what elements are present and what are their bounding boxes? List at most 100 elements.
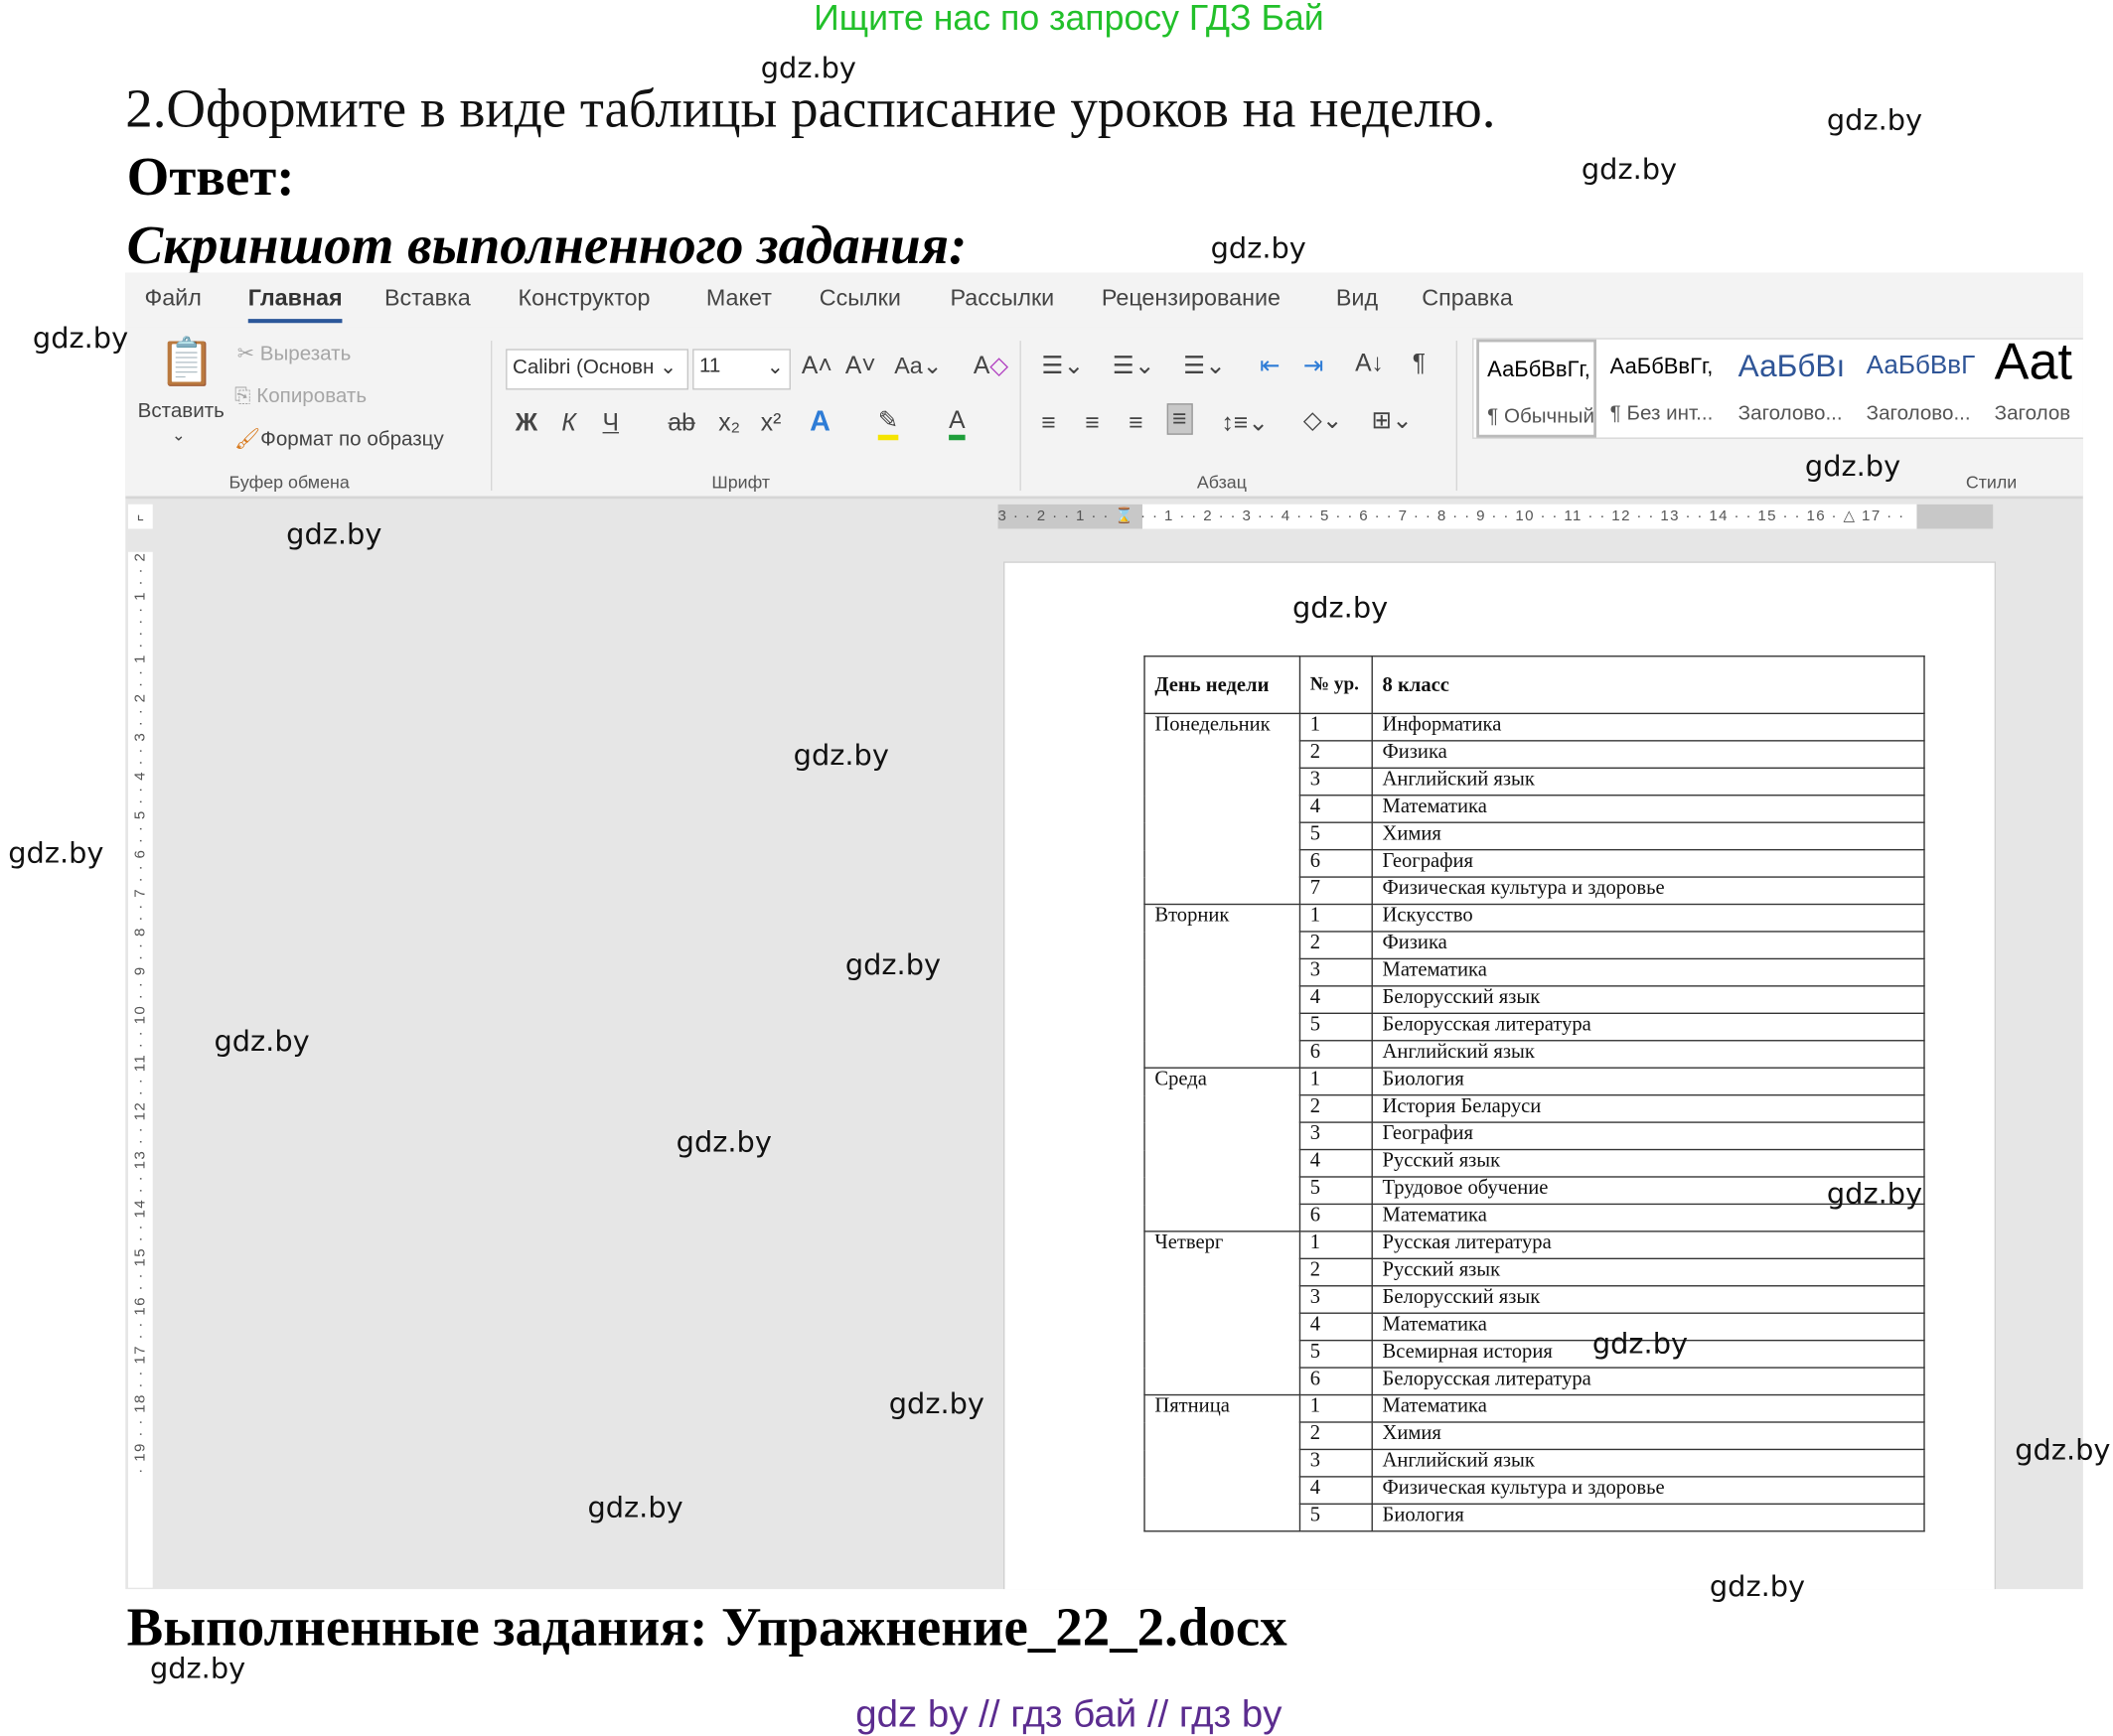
- sort-icon[interactable]: A↓: [1355, 349, 1384, 377]
- style-sample: АаБбВвГг,: [1487, 359, 1590, 383]
- lesson-number-cell: 2: [1299, 1422, 1372, 1449]
- numbering-icon[interactable]: ☰⌄: [1113, 352, 1155, 380]
- tab-home[interactable]: Главная: [248, 285, 343, 312]
- lesson-number-cell: 3: [1299, 768, 1372, 795]
- lesson-number-cell: 2: [1299, 1095, 1372, 1122]
- highlight-icon[interactable]: ✎: [878, 406, 899, 440]
- watermark: gdz.by: [1710, 1570, 1805, 1603]
- increase-indent-icon[interactable]: ⇥: [1303, 352, 1324, 380]
- header-class: 8 класс: [1372, 656, 1924, 714]
- horizontal-ruler[interactable]: 3 · · 2 · · 1 · · ⌛ · · 1 · · 2 · · 3 · …: [998, 505, 1994, 529]
- justify-icon[interactable]: ≡: [1167, 403, 1192, 435]
- subject-cell: География: [1372, 1122, 1924, 1149]
- tab-mailings[interactable]: Рассылки: [950, 285, 1054, 312]
- table-row: Вторник1Искусство: [1144, 905, 1924, 932]
- lesson-number-cell: 1: [1299, 1068, 1372, 1094]
- borders-icon[interactable]: ⊞⌄: [1372, 406, 1413, 435]
- subscript-button[interactable]: x₂: [718, 409, 740, 438]
- tab-design[interactable]: Конструктор: [518, 285, 650, 312]
- subject-cell: Русская литература: [1372, 1231, 1924, 1258]
- styles-gallery: АаБбВвГг,¶ Обычный АаБбВвГг,¶ Без инт...…: [1472, 338, 2083, 439]
- ribbon: 📋 Вставить ⌄ ✂ Вырезать ⎘ Копировать 🖌Фо…: [125, 327, 2083, 499]
- italic-button[interactable]: К: [561, 409, 576, 438]
- format-painter-button[interactable]: 🖌Формат по образцу: [234, 427, 444, 452]
- tab-references[interactable]: Ссылки: [820, 285, 901, 312]
- clear-formatting-icon[interactable]: A◇: [974, 352, 1008, 380]
- style-sample: АаБбВвГ: [1867, 352, 1976, 381]
- lesson-number-cell: 5: [1299, 1013, 1372, 1040]
- superscript-button[interactable]: x²: [761, 409, 782, 438]
- grow-font-icon[interactable]: A˄: [802, 352, 832, 380]
- paste-chevron-icon[interactable]: ⌄: [172, 425, 186, 444]
- lesson-number-cell: 6: [1299, 850, 1372, 877]
- multilevel-list-icon[interactable]: ☰⌄: [1183, 352, 1226, 380]
- tab-insert[interactable]: Вставка: [384, 285, 471, 312]
- subject-cell: Математика: [1372, 958, 1924, 985]
- subject-cell: Физика: [1372, 741, 1924, 768]
- paragraph-group-label: Абзац: [1197, 472, 1247, 493]
- subject-cell: Информатика: [1372, 713, 1924, 740]
- subject-cell: Химия: [1372, 1422, 1924, 1449]
- align-left-icon[interactable]: ≡: [1041, 409, 1055, 438]
- tab-review[interactable]: Рецензирование: [1102, 285, 1281, 312]
- tab-file[interactable]: Файл: [144, 285, 201, 312]
- watermark: gdz.by: [2015, 1434, 2110, 1467]
- font-color-icon[interactable]: A: [949, 406, 965, 440]
- tab-view[interactable]: Вид: [1336, 285, 1378, 312]
- strikethrough-icon[interactable]: ab: [668, 409, 694, 438]
- text-effects-icon[interactable]: A: [810, 406, 830, 439]
- style-heading-1[interactable]: АаБбВıЗаголово...: [1730, 340, 1855, 438]
- shading-icon[interactable]: ◇⌄: [1303, 406, 1343, 435]
- subject-cell: Физическая культура и здоровье: [1372, 1477, 1924, 1504]
- style-heading-2[interactable]: АаБбВвГЗаголово...: [1858, 340, 1983, 438]
- clipboard-paste-icon[interactable]: 📋: [158, 336, 216, 390]
- format-painter-label: Формат по образцу: [260, 428, 444, 451]
- subject-cell: Английский язык: [1372, 768, 1924, 795]
- bold-button[interactable]: Ж: [516, 409, 537, 438]
- table-row: Пятница1Математика: [1144, 1395, 1924, 1422]
- ruler-ticks: 3 · · 2 · · 1 · · ⌛ · · 1 · · 2 · · 3 · …: [998, 508, 1905, 524]
- lesson-number-cell: 3: [1299, 958, 1372, 985]
- answer-label: Ответ:: [127, 144, 295, 208]
- tab-selector-icon[interactable]: ⌞: [128, 505, 153, 529]
- watermark: gdz.by: [150, 1652, 245, 1684]
- watermark: gdz.by: [1827, 1178, 1922, 1211]
- subject-cell: Белорусский язык: [1372, 1286, 1924, 1313]
- bullets-icon[interactable]: ☰⌄: [1041, 352, 1084, 380]
- footer-text: gdz by // гдз бай // гдз by: [0, 1692, 2113, 1736]
- underline-button[interactable]: Ч: [603, 409, 619, 438]
- day-cell: Пятница: [1144, 1395, 1299, 1531]
- align-right-icon[interactable]: ≡: [1129, 409, 1142, 438]
- table-row: Понедельник1Информатика: [1144, 713, 1924, 740]
- paste-button[interactable]: Вставить: [138, 399, 225, 422]
- watermark: gdz.by: [889, 1387, 984, 1420]
- lesson-number-cell: 4: [1299, 796, 1372, 822]
- shrink-font-icon[interactable]: A˅: [845, 352, 876, 380]
- lesson-number-cell: 3: [1299, 1449, 1372, 1476]
- style-no-spacing[interactable]: АаБбВвГг,¶ Без инт...: [1601, 340, 1727, 438]
- lesson-number-cell: 2: [1299, 1258, 1372, 1285]
- divider: [491, 341, 492, 491]
- decrease-indent-icon[interactable]: ⇤: [1260, 352, 1281, 380]
- change-case-button[interactable]: Aa⌄: [894, 353, 942, 379]
- cut-button[interactable]: ✂ Вырезать: [237, 341, 352, 365]
- subject-cell: Белорусский язык: [1372, 986, 1924, 1013]
- style-normal[interactable]: АаБбВвГг,¶ Обычный: [1476, 340, 1596, 438]
- watermark: gdz.by: [286, 517, 381, 550]
- style-name: Заголов: [1995, 402, 2071, 425]
- document-page[interactable]: День недели № ур. 8 класс Понедельник1Ин…: [1003, 561, 1996, 1589]
- style-name: Заголово...: [1738, 402, 1843, 425]
- line-spacing-icon[interactable]: ↕≡⌄: [1222, 409, 1269, 438]
- font-name-select[interactable]: Calibri (Основн ⌄: [506, 349, 688, 389]
- vertical-ruler[interactable]: 2 · · 1 · · · · 1 · · 2 · · 3 · · 4 · · …: [128, 552, 153, 1588]
- pilcrow-icon[interactable]: ¶: [1413, 349, 1426, 377]
- lesson-number-cell: 2: [1299, 741, 1372, 768]
- tab-help[interactable]: Справка: [1422, 285, 1513, 312]
- font-size-select[interactable]: 11⌄: [692, 349, 791, 389]
- subject-cell: Химия: [1372, 822, 1924, 849]
- tab-layout[interactable]: Макет: [706, 285, 772, 312]
- copy-button[interactable]: ⎘ Копировать: [234, 384, 367, 407]
- style-title[interactable]: AatЗаголов: [1986, 340, 2082, 438]
- subject-cell: Английский язык: [1372, 1449, 1924, 1476]
- align-center-icon[interactable]: ≡: [1085, 409, 1099, 438]
